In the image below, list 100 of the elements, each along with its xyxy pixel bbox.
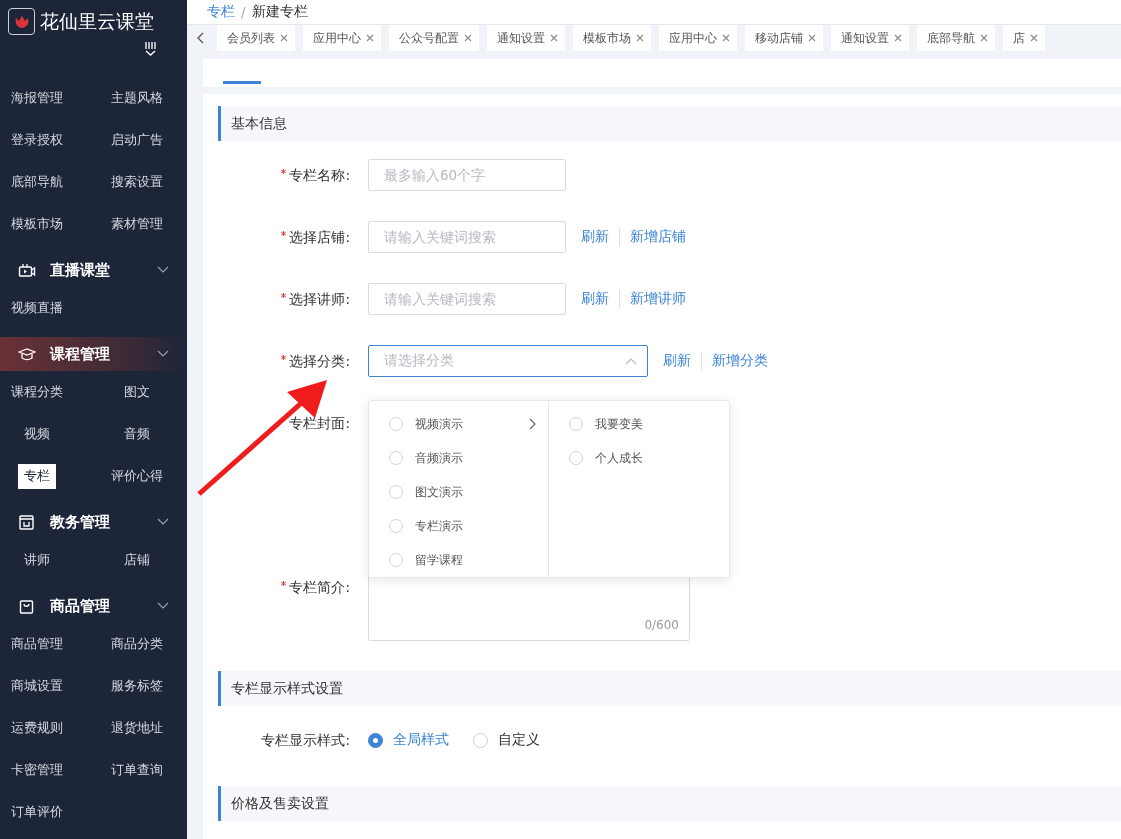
- book-icon: [18, 513, 36, 531]
- cascader-option[interactable]: 视频演示: [369, 407, 548, 441]
- cascader-option[interactable]: 个人成长: [549, 441, 729, 475]
- breadcrumb-link[interactable]: 专栏: [207, 3, 235, 22]
- page-tab[interactable]: 店: [1003, 25, 1045, 51]
- sidebar-item[interactable]: 商品分类: [105, 631, 169, 657]
- page-tab[interactable]: 移动店铺: [745, 25, 823, 51]
- sidebar-item[interactable]: 视频: [18, 421, 56, 447]
- sidebar-item[interactable]: 卡密管理: [5, 757, 69, 783]
- close-icon[interactable]: [1030, 34, 1038, 43]
- field-label: 选择分类:: [289, 352, 350, 371]
- group-title: 课程管理: [50, 344, 111, 364]
- field-label: 专栏简介:: [289, 578, 350, 597]
- video-camera-icon: [18, 261, 36, 279]
- sidebar-item[interactable]: 专栏: [18, 463, 56, 489]
- bag-icon: [18, 597, 36, 615]
- app-name: 花仙里云课堂: [40, 8, 154, 34]
- close-icon[interactable]: [636, 34, 644, 43]
- group-title: 商品管理: [50, 596, 111, 616]
- input-field[interactable]: 请输入关键词搜索: [368, 221, 566, 253]
- sidebar-item[interactable]: 视频直播: [5, 295, 69, 321]
- chevron-down-icon: [157, 266, 169, 274]
- flower-icon: [13, 14, 30, 29]
- sidebar-item[interactable]: 课程分类: [5, 379, 69, 405]
- sidebar-item[interactable]: 素材管理: [105, 211, 169, 237]
- cascader-option[interactable]: 图文演示: [369, 475, 548, 509]
- sidebar-item[interactable]: 商品管理: [5, 631, 69, 657]
- breadcrumb-current: 新建专栏: [251, 3, 308, 22]
- sidebar-item[interactable]: 搜索设置: [105, 169, 169, 195]
- sidebar-item[interactable]: 服务标签: [105, 673, 169, 699]
- link[interactable]: 刷新: [653, 352, 701, 370]
- section-title: 专栏显示样式设置: [231, 679, 343, 698]
- link[interactable]: 新增讲师: [619, 290, 696, 308]
- close-icon[interactable]: [366, 34, 374, 43]
- chevron-down-icon: [157, 350, 169, 358]
- sidebar-item[interactable]: 商城设置: [5, 673, 69, 699]
- link[interactable]: 新增店铺: [619, 228, 696, 246]
- close-icon[interactable]: [464, 34, 472, 43]
- radio-option[interactable]: 自定义: [473, 724, 540, 756]
- menu-group[interactable]: 教务管理: [0, 505, 187, 539]
- sidebar-item[interactable]: 评价心得: [105, 463, 169, 489]
- radio-option[interactable]: 全局样式: [368, 724, 449, 756]
- graduation-cap-icon: [18, 345, 36, 363]
- close-icon[interactable]: [894, 34, 902, 43]
- chevron-down-icon: [157, 518, 169, 526]
- page-tab[interactable]: 会员列表: [217, 25, 295, 51]
- sidebar-item[interactable]: 订单查询: [105, 757, 169, 783]
- sidebar-item[interactable]: 图文: [118, 379, 156, 405]
- sidebar-item[interactable]: 运费规则: [5, 715, 69, 741]
- sidebar-item[interactable]: 退货地址: [105, 715, 169, 741]
- link[interactable]: 新增分类: [701, 352, 778, 370]
- close-icon[interactable]: [722, 34, 730, 43]
- chevron-down-icon: [157, 602, 169, 610]
- chevron-left-icon[interactable]: [197, 32, 205, 45]
- field-label: 选择讲师:: [289, 290, 350, 309]
- sidebar-item[interactable]: 音频: [118, 421, 156, 447]
- breadcrumb-separator: /: [241, 4, 246, 21]
- page-tab[interactable]: 应用中心: [303, 25, 381, 51]
- cascader-option[interactable]: 专栏演示: [369, 509, 548, 543]
- section-title: 价格及售卖设置: [231, 794, 329, 813]
- menu-group[interactable]: 商品管理: [0, 589, 187, 623]
- field-label: 专栏封面:: [289, 414, 350, 433]
- close-icon[interactable]: [280, 34, 288, 43]
- close-icon[interactable]: [808, 34, 816, 43]
- placeholder-text: 请选择分类: [384, 352, 454, 370]
- page-tab[interactable]: 模板市场: [573, 25, 651, 51]
- chevron-right-icon: [529, 418, 536, 430]
- field-label: 选择店铺:: [289, 228, 350, 247]
- sidebar-item[interactable]: 讲师: [18, 547, 56, 573]
- input-field[interactable]: 请输入关键词搜索: [368, 283, 566, 315]
- sidebar-item[interactable]: 海报管理: [5, 85, 69, 111]
- group-title: 教务管理: [50, 512, 111, 532]
- page-tab[interactable]: 通知设置: [831, 25, 909, 51]
- sidebar-item[interactable]: 主题风格: [105, 85, 169, 111]
- page-tab[interactable]: 底部导航: [917, 25, 995, 51]
- page-tab[interactable]: 通知设置: [487, 25, 565, 51]
- page-tab[interactable]: 应用中心: [659, 25, 737, 51]
- character-counter: 0/600: [644, 618, 679, 632]
- field-label: 专栏显示样式:: [261, 731, 350, 750]
- collapse-icon[interactable]: [143, 41, 157, 57]
- chevron-up-icon: [625, 357, 637, 365]
- tab-underline: [223, 81, 261, 84]
- menu-group[interactable]: 直播课堂: [0, 253, 187, 287]
- sidebar-item[interactable]: 启动广告: [105, 127, 169, 153]
- sidebar-item[interactable]: 底部导航: [5, 169, 69, 195]
- cascader-option[interactable]: 我要变美: [549, 407, 729, 441]
- sidebar-item[interactable]: 登录授权: [5, 127, 69, 153]
- input-field[interactable]: 最多输入60个字: [368, 159, 566, 191]
- group-title: 直播课堂: [50, 260, 111, 280]
- close-icon[interactable]: [980, 34, 988, 43]
- cascader-option[interactable]: 音频演示: [369, 441, 548, 475]
- sidebar-item[interactable]: 模板市场: [5, 211, 69, 237]
- section-title: 基本信息: [231, 114, 287, 133]
- link[interactable]: 刷新: [571, 228, 619, 246]
- sidebar-item[interactable]: 店铺: [118, 547, 156, 573]
- page-tab[interactable]: 公众号配置: [389, 25, 479, 51]
- field-label: 专栏名称:: [289, 166, 350, 185]
- link[interactable]: 刷新: [571, 290, 619, 308]
- close-icon[interactable]: [550, 34, 558, 43]
- sidebar-item[interactable]: 订单评价: [5, 799, 69, 825]
